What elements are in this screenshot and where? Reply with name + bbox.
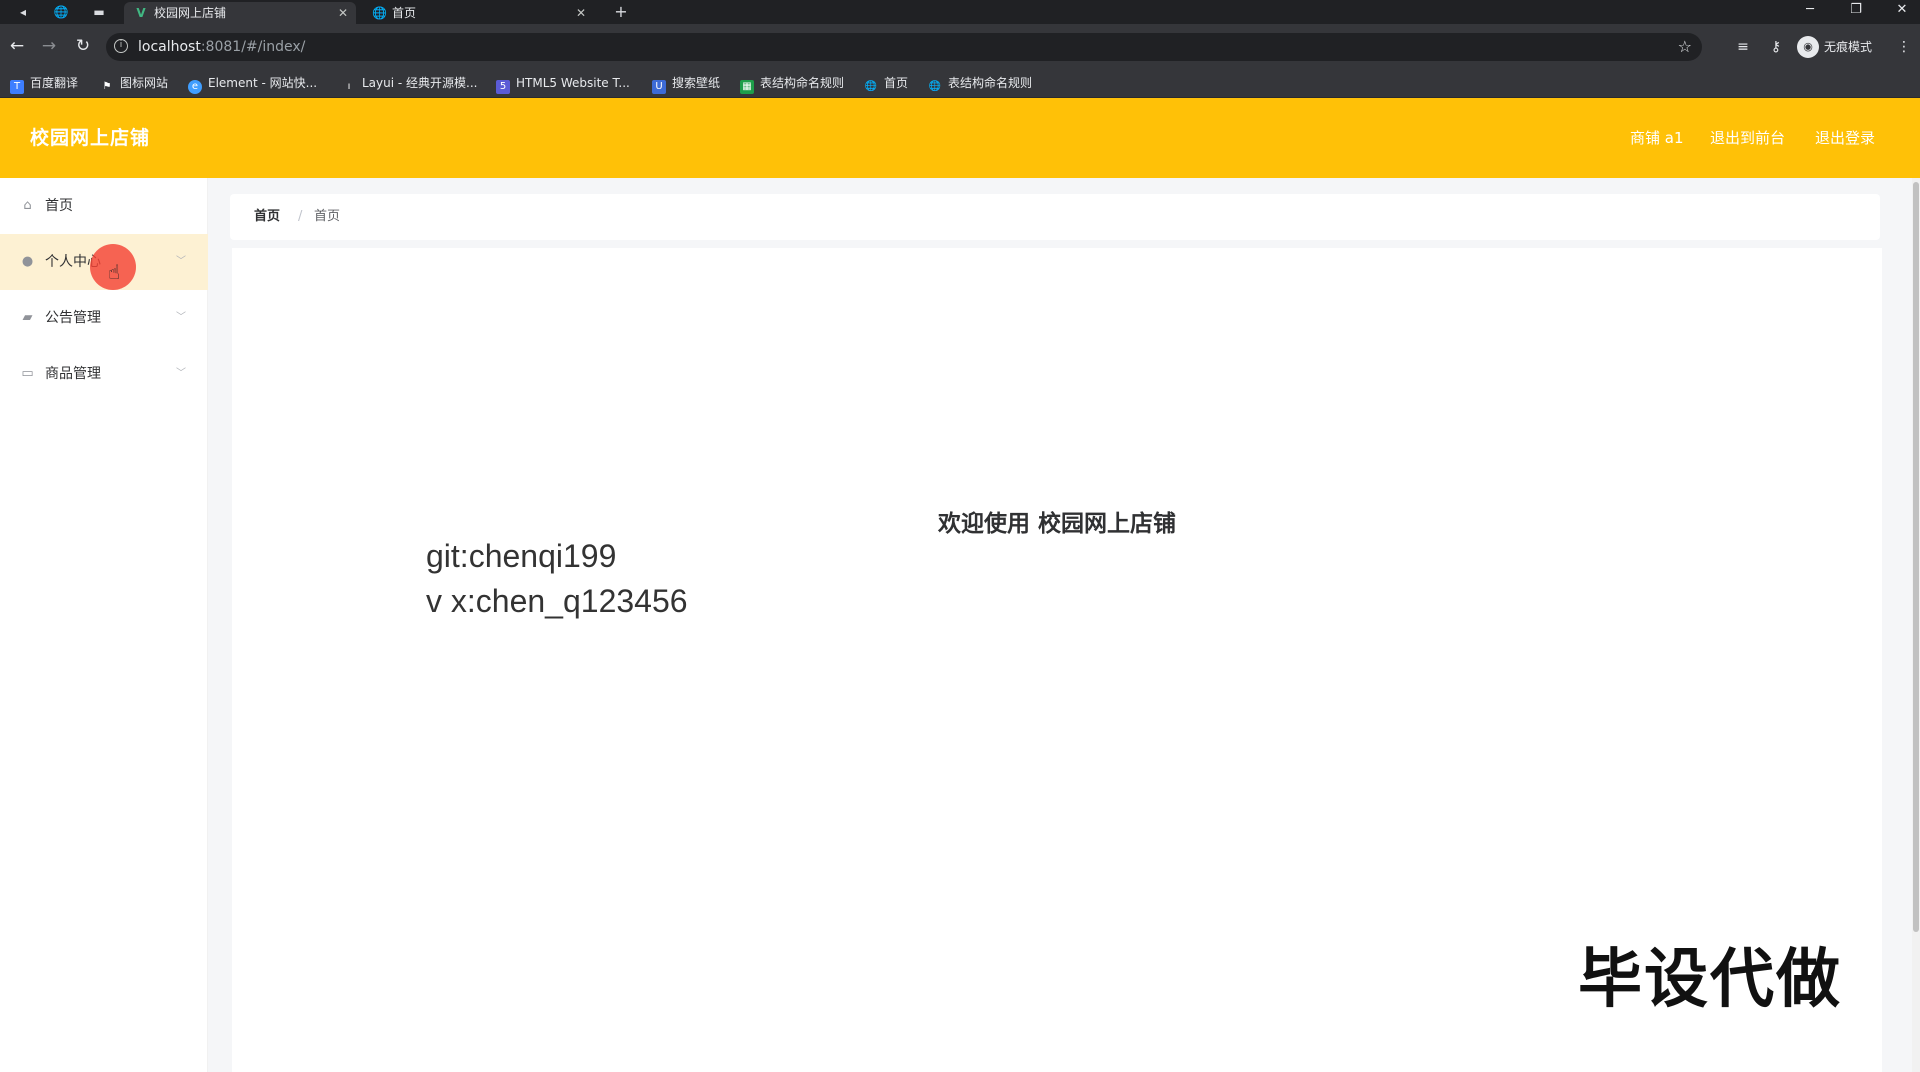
browser-tab-strip: ◂ 🌐 ▬ V 校园网上店铺 ✕ 🌐 首页 ✕ + ─ ❐ ✕	[0, 0, 1920, 24]
close-icon[interactable]: ✕	[338, 2, 348, 24]
new-tab-icon[interactable]: +	[612, 3, 630, 21]
tab-inactive[interactable]: 🌐 首页 ✕	[362, 2, 594, 24]
window-icon[interactable]: ▬	[90, 3, 108, 21]
chevron-down-icon: ﹀	[176, 256, 186, 267]
restore-icon[interactable]: ❐	[1834, 0, 1878, 20]
brand-title: 校园网上店铺	[30, 127, 151, 149]
sidebar-item-label: 公告管理	[45, 310, 101, 326]
address-bar[interactable]: i localhost:8081/#/index/ ☆	[106, 33, 1702, 61]
forward-icon[interactable]: →	[38, 35, 60, 57]
close-icon[interactable]: ✕	[576, 2, 586, 24]
bookmark-item[interactable]: 🌐 表结构命名规则	[928, 73, 1032, 93]
overlay-git-text: git:chenqi199	[426, 538, 617, 574]
reading-list-icon[interactable]: ≡	[1733, 37, 1753, 57]
html5-icon: 5	[496, 80, 510, 94]
shop-account-link[interactable]: 商铺 a1	[1630, 98, 1684, 178]
sidebar: ⌂ 首页 ● 个人中心 ﹀ ▰ 公告管理 ﹀ ▭ 商品管理 ﹀	[0, 178, 208, 1072]
layui-icon: ı	[347, 81, 351, 92]
ticket-icon: ▰	[22, 310, 33, 325]
bookmark-star-icon[interactable]: ☆	[1678, 37, 1692, 56]
page-scrollbar[interactable]	[1912, 178, 1920, 1072]
sheet-icon: ▦	[740, 80, 754, 94]
overlay-contact-text: v x:chen_q123456	[426, 583, 688, 619]
chevron-down-icon: ﹀	[176, 312, 186, 323]
sidebar-item-label: 商品管理	[45, 366, 101, 382]
main-content: 首页 / 首页 欢迎使用 校园网上店铺 git:chenqi199 v x:ch…	[208, 178, 1912, 1072]
bookmark-item[interactable]: 🌐 首页	[864, 73, 908, 93]
content-panel: 欢迎使用 校园网上店铺 git:chenqi199 v x:chen_q1234…	[232, 248, 1882, 1072]
breadcrumb-item: 首页	[314, 209, 341, 224]
bookmark-item[interactable]: 5 HTML5 Website T...	[496, 73, 630, 94]
wallpaper-icon: U	[652, 80, 666, 94]
home-icon: ⌂	[23, 198, 32, 213]
window-close-icon[interactable]: ✕	[1880, 0, 1920, 20]
globe-icon: 🌐	[928, 81, 942, 92]
sidebar-item-home[interactable]: ⌂ 首页	[0, 178, 208, 234]
back-to-front-link[interactable]: 退出到前台	[1710, 98, 1785, 178]
watermark-text: 毕设代做	[1578, 943, 1842, 1017]
breadcrumb: 首页 / 首页	[230, 194, 1880, 240]
breadcrumb-separator: /	[298, 209, 303, 224]
card-icon: ▭	[21, 366, 34, 381]
bookmark-item[interactable]: ▦ 表结构命名规则	[740, 73, 844, 94]
sidebar-item-products[interactable]: ▭ 商品管理 ﹀	[0, 346, 208, 402]
globe-icon: 🌐	[372, 6, 387, 20]
element-icon: e	[188, 80, 202, 94]
bookmarks-bar: T 百度翻译 ⚑ 图标网站 e Element - 网站快... ı Layui - 经…	[0, 68, 1920, 98]
tab-active[interactable]: V 校园网上店铺 ✕	[124, 2, 356, 24]
hand-cursor-icon: ☝	[108, 260, 121, 284]
sidebar-item-label: 首页	[45, 198, 73, 214]
user-icon: ●	[21, 254, 34, 269]
scrollbar-thumb[interactable]	[1913, 182, 1919, 932]
reload-icon[interactable]: ↻	[72, 35, 94, 57]
back-icon[interactable]: ←	[6, 35, 28, 57]
app-header: 校园网上店铺 商铺 a1 退出到前台 退出登录	[0, 98, 1920, 178]
url-text: localhost:8081/#/index/	[138, 39, 306, 55]
browser-toolbar: ← → ↻ i localhost:8081/#/index/ ☆ ≡ ⚷ ◉ …	[0, 24, 1920, 68]
bookmark-item[interactable]: e Element - 网站快...	[188, 73, 317, 94]
key-icon[interactable]: ⚷	[1766, 37, 1786, 57]
breadcrumb-item[interactable]: 首页	[254, 194, 280, 240]
sidebar-item-announcements[interactable]: ▰ 公告管理 ﹀	[0, 290, 208, 346]
bookmark-item[interactable]: U 搜索壁纸	[652, 73, 720, 94]
vue-logo-icon: V	[136, 6, 146, 20]
menu-icon[interactable]: ⋮	[1894, 37, 1914, 57]
bookmark-item[interactable]: ⚑ 图标网站	[100, 73, 169, 93]
site-info-icon[interactable]: i	[114, 39, 128, 53]
audio-icon[interactable]: ◂	[14, 3, 32, 21]
bookmark-item[interactable]: T 百度翻译	[10, 73, 78, 94]
bookmark-item[interactable]: ı Layui - 经典开源模...	[342, 73, 478, 93]
baidu-translate-icon: T	[10, 80, 24, 94]
chevron-down-icon: ﹀	[176, 368, 186, 379]
globe-icon[interactable]: 🌐	[52, 3, 70, 21]
incognito-label[interactable]: 无痕模式	[1824, 37, 1872, 57]
tab-title: 校园网上店铺	[154, 6, 227, 20]
welcome-title: 欢迎使用 校园网上店铺	[937, 511, 1176, 537]
logout-link[interactable]: 退出登录	[1815, 98, 1875, 178]
flag-icon: ⚑	[102, 81, 112, 92]
tab-title: 首页	[392, 6, 417, 20]
globe-icon: 🌐	[864, 81, 878, 92]
minimize-icon[interactable]: ─	[1788, 0, 1832, 20]
incognito-icon[interactable]: ◉	[1797, 36, 1819, 58]
